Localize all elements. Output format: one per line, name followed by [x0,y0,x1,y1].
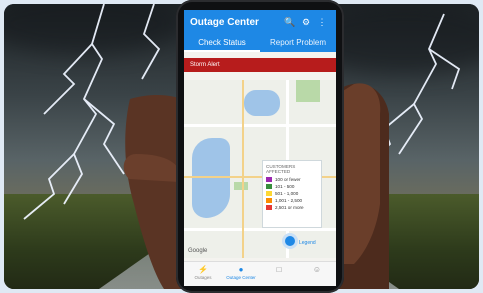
app-title: Outage Center [190,16,259,28]
tab-bar: Check Status Report Problem [184,34,336,52]
legend-button[interactable]: Legend [299,240,316,246]
bottom-nav: ⚡ Outages ● Outage Center □ ☺ [184,261,336,286]
more-icon[interactable]: ⋮ [314,17,330,28]
my-location-button[interactable] [285,236,295,246]
storm-alert-bar[interactable]: Storm Alert [184,58,336,72]
legend-row: 2,501 or more [266,204,318,211]
search-icon[interactable]: 🔍 [282,17,298,28]
legend-header: CUSTOMERS AFFECTED [266,164,296,174]
outage-center-icon: ● [238,265,244,274]
legend-row: 101 - 500 [266,183,318,190]
gear-icon[interactable]: ⚙ [298,17,314,28]
outage-map[interactable]: CUSTOMERS AFFECTED 100 or fewer 101 - 50… [184,80,336,258]
park [296,80,320,102]
app-bar: Outage Center 🔍 ⚙ ⋮ [184,10,336,34]
legend-row: 501 - 1,000 [266,190,318,197]
nav-item-pay[interactable]: □ [260,262,298,286]
phone: Outage Center 🔍 ⚙ ⋮ Check Status Report … [176,0,344,293]
account-icon: ☺ [312,265,322,274]
lake [192,138,230,218]
legend-row: 1,001 - 2,500 [266,197,318,204]
highway [242,80,244,258]
lake [244,90,280,116]
tab-report-problem[interactable]: Report Problem [260,34,336,52]
tab-check-status[interactable]: Check Status [184,34,260,52]
street [184,228,336,231]
street [184,124,336,127]
park [234,182,248,190]
pay-icon: □ [276,265,282,274]
phone-screen: Outage Center 🔍 ⚙ ⋮ Check Status Report … [184,10,336,286]
legend-row: 100 or fewer [266,176,318,183]
outages-icon: ⚡ [198,265,208,274]
nav-item-outages[interactable]: ⚡ Outages [184,262,222,286]
map-legend: CUSTOMERS AFFECTED 100 or fewer 101 - 50… [262,160,322,228]
nav-item-outage-center[interactable]: ● Outage Center [222,262,260,286]
nav-item-account[interactable]: ☺ [298,262,336,286]
google-attribution: Google [188,248,208,254]
